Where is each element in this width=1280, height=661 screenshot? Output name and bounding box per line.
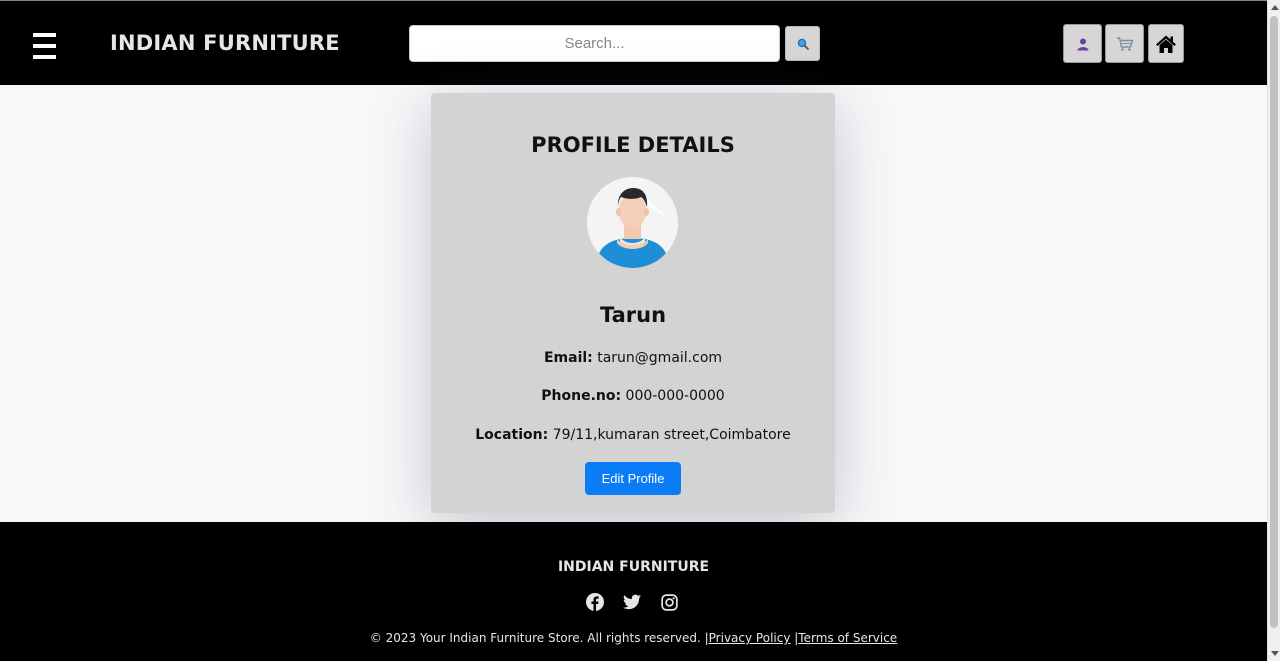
- phone-label: Phone.no:: [541, 388, 622, 404]
- scroll-up-arrow-icon[interactable]: [1271, 5, 1279, 10]
- profile-button[interactable]: [1063, 24, 1102, 63]
- email-value: tarun@gmail.com: [597, 350, 723, 366]
- brand-logo-text[interactable]: INDIAN FURNITURE: [110, 31, 340, 55]
- search-button[interactable]: [785, 26, 820, 61]
- instagram-link[interactable]: [660, 593, 678, 611]
- search-icon: [797, 38, 809, 50]
- twitter-link[interactable]: [623, 593, 641, 611]
- location-row: Location: 79/11,kumaran street,Coimbator…: [431, 427, 835, 443]
- home-button[interactable]: [1148, 24, 1184, 63]
- profile-card: PROFILE DETAILS Tarun Email: tarun@gmail…: [431, 93, 835, 513]
- hamburger-menu-icon[interactable]: [33, 33, 56, 59]
- copyright-line: © 2023 Your Indian Furniture Store. All …: [0, 631, 1267, 645]
- avatar-image: [587, 177, 678, 268]
- email-row: Email: tarun@gmail.com: [431, 350, 835, 366]
- avatar: [587, 177, 678, 268]
- terms-of-service-link[interactable]: Terms of Service: [798, 631, 897, 645]
- location-label: Location:: [475, 427, 549, 443]
- top-navbar: INDIAN FURNITURE: [0, 0, 1267, 85]
- instagram-icon: [660, 593, 678, 611]
- phone-row: Phone.no: 000-000-0000: [431, 388, 835, 404]
- facebook-link[interactable]: [586, 593, 604, 611]
- search-input[interactable]: [409, 25, 780, 62]
- profile-title: PROFILE DETAILS: [531, 133, 735, 157]
- cart-button[interactable]: [1105, 24, 1144, 63]
- social-links: [586, 593, 678, 611]
- edit-profile-button[interactable]: Edit Profile: [585, 462, 681, 495]
- scroll-down-arrow-icon[interactable]: [1271, 651, 1279, 656]
- twitter-icon: [623, 594, 641, 610]
- scrollbar-thumb[interactable]: [1270, 16, 1278, 628]
- email-label: Email:: [543, 350, 593, 366]
- home-icon: [1156, 35, 1176, 53]
- cart-icon: [1116, 36, 1133, 51]
- phone-value: 000-000-0000: [625, 388, 725, 404]
- user-icon: [1077, 38, 1088, 50]
- location-value: 79/11,kumaran street,Coimbatore: [552, 427, 791, 443]
- copyright-text: © 2023 Your Indian Furniture Store. All …: [369, 631, 709, 645]
- vertical-scrollbar[interactable]: [1267, 0, 1280, 661]
- footer-brand: INDIAN FURNITURE: [557, 559, 710, 575]
- profile-name: Tarun: [599, 303, 667, 327]
- footer: INDIAN FURNITURE © 2023 Your Indian Furn…: [0, 522, 1267, 661]
- facebook-icon: [586, 593, 604, 611]
- privacy-policy-link[interactable]: Privacy Policy: [709, 631, 791, 645]
